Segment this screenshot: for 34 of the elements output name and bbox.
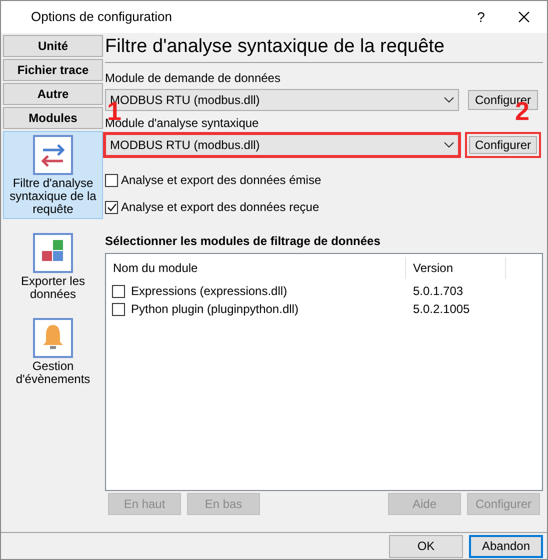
sidebar-tab[interactable]: Autre: [3, 83, 103, 105]
checkbox[interactable]: [112, 284, 125, 298]
dropdown[interactable]: MODBUS RTU (modbus.dll): [105, 134, 459, 156]
close-icon: [518, 11, 530, 23]
sidebar-item[interactable]: Filtre d'analyse syntaxique de la requête: [3, 131, 103, 219]
arrows-icon: [33, 135, 73, 175]
section-title: Sélectionner les modules de filtrage de données: [105, 233, 382, 248]
table-cell-text: Python plugin (pluginpython.dll): [131, 301, 298, 318]
table-cell-text: 5.0.2.1005: [412, 301, 470, 318]
help-button[interactable]: ?: [461, 1, 501, 33]
page-title: Filtre d'analyse syntaxique de la requête: [105, 35, 446, 59]
checkbox-label: Analyse et export des données reçue: [121, 199, 320, 216]
caret-icon: [444, 97, 454, 103]
sidebar-item[interactable]: Exporter les données: [3, 230, 103, 303]
dialog-button[interactable]: OK: [389, 534, 463, 558]
checkbox[interactable]: [105, 200, 118, 214]
table-cell-text: Expressions (expressions.dll): [131, 283, 288, 300]
window-title: Options de configuration: [31, 8, 172, 26]
sidebar-item[interactable]: Gestion d'évènements: [3, 315, 103, 388]
sidebar-tab[interactable]: Fichier trace: [3, 59, 103, 81]
field-label: Module de demande de données: [105, 71, 282, 86]
column-header[interactable]: Nom du module: [106, 257, 406, 279]
sidebar-tab[interactable]: Modules: [3, 107, 103, 129]
sidebar-tab[interactable]: Unité: [3, 35, 103, 57]
checkbox[interactable]: [112, 302, 125, 316]
table-cell-text: 5.0.1.703: [412, 283, 464, 300]
checkbox[interactable]: [105, 174, 118, 186]
dialog-button[interactable]: Abandon: [469, 534, 543, 558]
configure-button[interactable]: Configurer: [465, 132, 541, 158]
bell-icon: [33, 318, 73, 358]
squares-icon: [33, 233, 73, 273]
column-header[interactable]: Version: [406, 257, 506, 279]
caret-icon: [444, 142, 454, 148]
checkbox-label: Analyse et export des données émise: [121, 172, 322, 189]
